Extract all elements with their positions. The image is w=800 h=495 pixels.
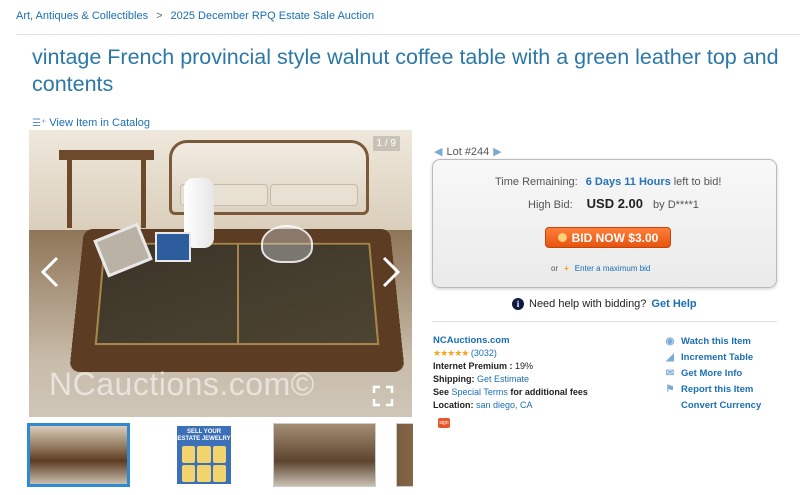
high-bid-label: High Bid: [528, 199, 573, 211]
lot-navigation: ◀ Lot #244 ▶ [434, 145, 502, 159]
chevron-right-icon [382, 256, 401, 288]
special-terms-link[interactable]: Special Terms [452, 387, 508, 397]
bidding-help: i Need help with bidding? Get Help [512, 298, 697, 310]
watch-item-label: Watch this Item [681, 336, 751, 347]
prev-lot-icon[interactable]: ◀ [434, 145, 442, 158]
high-bid: High Bid: USD 2.00 by D****1 [528, 196, 699, 211]
time-remaining-value: 6 Days 11 Hours [585, 176, 671, 188]
mail-icon: ✉ [665, 368, 675, 379]
view-in-catalog-label: View Item in Catalog [49, 117, 150, 129]
shipping-estimate-link[interactable]: Get Estimate [477, 374, 529, 384]
get-more-info-label: Get More Info [681, 368, 743, 379]
view-in-catalog-link[interactable]: ☰⁺ View Item in Catalog [32, 117, 150, 129]
gavel-icon [557, 233, 567, 242]
fullscreen-icon [372, 385, 394, 407]
seller-name-link[interactable]: NCAuctions.com [433, 335, 510, 346]
image-counter: 1 / 9 [372, 136, 400, 151]
thumbnail-image [397, 424, 413, 486]
thumbnail-4[interactable] [396, 423, 413, 487]
chart-icon: ◢ [666, 352, 674, 363]
breadcrumb-separator: > [156, 10, 163, 22]
report-item-label: Report this Item [681, 384, 754, 395]
increment-table-link[interactable]: ◢ Increment Table [664, 350, 761, 366]
see-label: See [433, 387, 450, 397]
breadcrumb-category-link[interactable]: Art, Antiques & Collectibles [16, 10, 148, 22]
get-help-link[interactable]: Get Help [651, 298, 696, 310]
convert-currency-link[interactable]: Convert Currency [664, 398, 761, 414]
photo-glass-basket [261, 225, 313, 263]
info-icon: i [512, 298, 524, 310]
bid-panel: Time Remaining: 6 Days 11 Hours left to bi… [432, 159, 777, 288]
high-bidder: by D****1 [653, 199, 699, 211]
or-label: or [551, 264, 559, 273]
max-bid-link[interactable]: Enter a maximum bid [575, 264, 651, 273]
premium-label: Internet Premium : [433, 361, 513, 371]
prev-image-button[interactable] [37, 254, 63, 290]
rating-stars-icon: ★★★★★ [433, 348, 469, 358]
chevron-left-icon [40, 256, 59, 288]
photo-book [155, 232, 191, 262]
report-item-link[interactable]: ⚑ Report this Item [664, 382, 761, 398]
fullscreen-button[interactable] [372, 385, 394, 407]
seller-badge-icon: sign [438, 418, 450, 428]
thumbnail-2[interactable]: SELL YOUR ESTATE JEWELRY [150, 423, 253, 487]
page-title: vintage French provincial style walnut c… [32, 45, 779, 96]
thumbnail-image [30, 426, 127, 484]
next-lot-icon[interactable]: ▶ [493, 145, 501, 158]
plus-icon: + [564, 264, 569, 273]
convert-currency-label: Convert Currency [681, 400, 762, 411]
location-value: san diego, CA [476, 400, 533, 410]
seller-info: NCAuctions.com ★★★★★ (3032) Internet Pre… [433, 334, 643, 412]
thumbnail-3[interactable] [273, 423, 376, 487]
increment-table-label: Increment Table [681, 352, 754, 363]
breadcrumb-auction-link[interactable]: 2025 December RPQ Estate Sale Auction [171, 10, 375, 22]
header-divider [16, 34, 800, 35]
high-bid-amount: USD 2.00 [586, 196, 644, 211]
item-actions: ◉ Watch this Item ◢ Increment Table ✉ Ge… [664, 334, 762, 414]
shipping-label: Shipping: [433, 374, 475, 384]
rating-count-link[interactable]: (3032) [471, 348, 497, 358]
thumbnail-ad-text: SELL YOUR ESTATE JEWELRY [177, 429, 231, 442]
eye-icon: ◉ [665, 336, 675, 347]
terms-suffix: for additional fees [510, 387, 588, 397]
premium-value: 19% [515, 361, 534, 371]
bid-now-button[interactable]: BID NOW $3.00 [545, 227, 671, 248]
photo-side-table [59, 150, 154, 228]
help-question: Need help with bidding? [529, 298, 647, 310]
watch-item-link[interactable]: ◉ Watch this Item [664, 334, 761, 350]
location-label: Location: [433, 400, 474, 410]
breadcrumb: Art, Antiques & Collectibles > 2025 Dece… [16, 10, 374, 22]
main-image-viewer[interactable]: NCauctions.com© 1 / 9 [29, 130, 412, 417]
list-icon: ☰⁺ [32, 117, 47, 129]
section-divider [432, 321, 777, 322]
thumbnail-image: SELL YOUR ESTATE JEWELRY [177, 426, 231, 484]
max-bid-row: or + Enter a maximum bid [551, 264, 650, 273]
get-more-info-link[interactable]: ✉ Get More Info [664, 366, 761, 382]
image-watermark: NCauctions.com© [49, 366, 315, 402]
next-image-button[interactable] [378, 254, 404, 290]
time-remaining-label: Time Remaining: [495, 176, 578, 188]
lot-number: Lot #244 [446, 145, 490, 158]
thumbnail-strip: SELL YOUR ESTATE JEWELRY [27, 423, 413, 487]
flag-icon: ⚑ [665, 384, 675, 395]
thumbnail-image [274, 424, 375, 486]
thumbnail-1[interactable] [27, 423, 130, 487]
time-remaining-suffix: left to bid! [673, 176, 722, 188]
bid-now-label: BID NOW $3.00 [571, 230, 659, 245]
time-remaining: Time Remaining: 6 Days 11 Hours left to bi… [495, 176, 721, 188]
